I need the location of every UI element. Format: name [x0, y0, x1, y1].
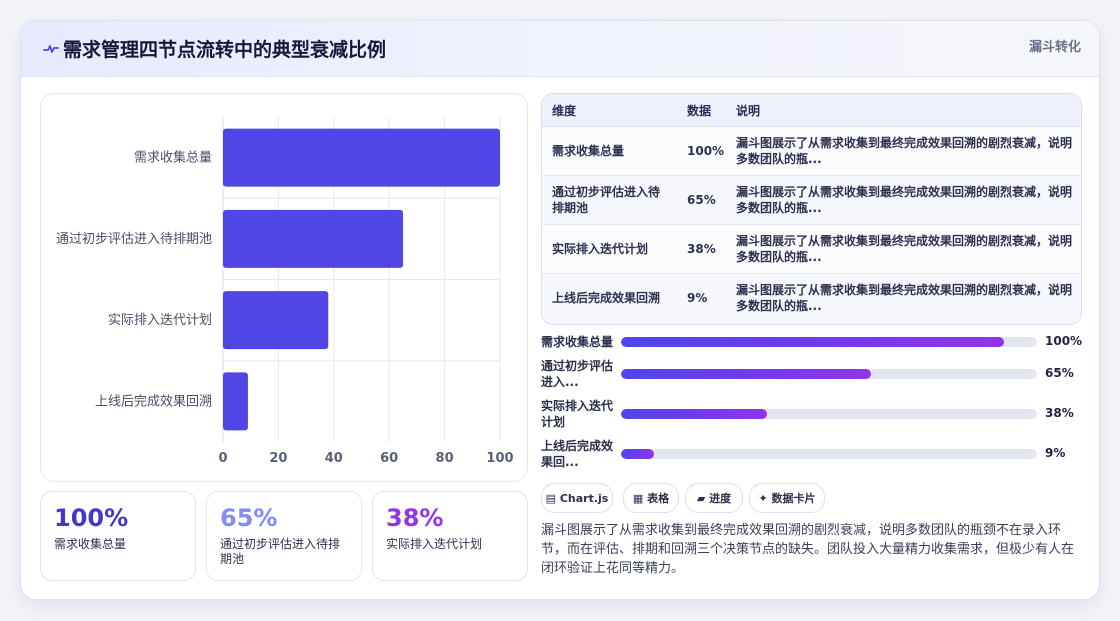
- progress-fill: [621, 449, 655, 459]
- tick-label: 60: [380, 451, 398, 466]
- progress-label: 通过初步评估进入...: [541, 359, 614, 389]
- progress-row: 实际排入迭代计划 38%: [541, 394, 1081, 434]
- table-cell-dimension: 实际排入迭代计划: [542, 224, 677, 274]
- card-header: 需求管理四节点流转中的典型衰减比例 漏斗转化: [21, 21, 1099, 77]
- progress-label: 实际排入迭代计划: [541, 399, 614, 429]
- bar-chart-svg: 需求收集总量通过初步评估进入待排期池实际排入迭代计划上线后完成效果回溯 0 20 40…: [56, 117, 514, 466]
- bar: [223, 291, 329, 350]
- table-cell-description: 漏斗图展示了从需求收集到最终完成效果回溯的剧烈衰减，说明多数团队的瓶...: [726, 273, 1081, 322]
- kpi-label: 通过初步评估进入待排期池: [220, 537, 341, 566]
- summary-text: 漏斗图展示了从需求收集到最终完成效果回溯的剧烈衰减，说明多数团队的瓶颈不在录入环…: [541, 523, 1075, 576]
- chip-label: ▤ Chart.js: [545, 491, 609, 505]
- table-cell-dimension: 上线后完成效果回溯: [542, 273, 677, 322]
- progress-value: 9%: [1045, 446, 1066, 460]
- tick-label: 80: [436, 451, 454, 466]
- bar: [223, 209, 404, 268]
- progress-track: [621, 337, 1037, 347]
- progress-track: [621, 449, 1037, 459]
- table-row: 通过初步评估进入待排期池 65% 漏斗图展示了从需求收集到最终完成效果回溯的剧烈…: [542, 175, 1081, 225]
- category-label: 通过初步评估进入待排期池: [56, 232, 212, 247]
- bar: [223, 372, 248, 431]
- progress-value: 65%: [1045, 366, 1074, 380]
- table-cell-value: 38%: [677, 224, 726, 274]
- table-cell-value: 100%: [677, 126, 726, 176]
- chip-data-card[interactable]: ✦ 数据卡片: [749, 483, 825, 513]
- tick-label: 100: [486, 451, 513, 466]
- progress-value: 100%: [1045, 334, 1083, 348]
- column-header: 维度: [542, 94, 677, 127]
- chip-table[interactable]: ▦ 表格: [623, 483, 679, 513]
- table-header-row: 维度 数据 说明: [542, 94, 1081, 127]
- table-cell-description: 漏斗图展示了从需求收集到最终完成效果回溯的剧烈衰减，说明多数团队的瓶...: [726, 224, 1081, 274]
- progress-fill: [621, 409, 767, 419]
- kpi-label: 需求收集总量: [54, 537, 127, 551]
- bar-chart: 需求收集总量通过初步评估进入待排期池实际排入迭代计划上线后完成效果回溯 0 20 40…: [40, 93, 528, 482]
- column-header: 说明: [726, 94, 1081, 127]
- progress-label: 上线后完成效果回...: [541, 439, 614, 469]
- table-cell-dimension: 需求收集总量: [542, 126, 677, 176]
- progress-track: [621, 409, 1037, 419]
- progress-fill: [621, 337, 1004, 347]
- column-header: 数据: [677, 94, 726, 127]
- table-cell-value: 65%: [677, 175, 726, 225]
- page-title: 需求管理四节点流转中的典型衰减比例: [63, 39, 387, 61]
- progress-value: 38%: [1045, 406, 1074, 420]
- tick-label: 40: [325, 451, 343, 466]
- kpi-value: 65%: [220, 504, 278, 532]
- chip-label: ✦ 数据卡片: [758, 492, 816, 505]
- chip-chartjs[interactable]: ▤ Chart.js: [541, 483, 613, 513]
- table-row: 需求收集总量 100% 漏斗图展示了从需求收集到最终完成效果回溯的剧烈衰减，说明…: [542, 126, 1081, 176]
- table-cell-dimension: 通过初步评估进入待排期池: [542, 175, 677, 225]
- pulse-icon: [43, 45, 59, 53]
- table-row: 实际排入迭代计划 38% 漏斗图展示了从需求收集到最终完成效果回溯的剧烈衰减，说…: [542, 224, 1081, 274]
- table-row: 上线后完成效果回溯 9% 漏斗图展示了从需求收集到最终完成效果回溯的剧烈衰减，说…: [542, 273, 1081, 322]
- chip-label: ▰ 进度: [696, 492, 732, 505]
- table-cell-value: 9%: [677, 273, 726, 322]
- tick-label: 20: [269, 451, 287, 466]
- progress-fill: [621, 369, 871, 379]
- bar: [223, 128, 500, 187]
- progress-row: 通过初步评估进入... 65%: [541, 354, 1081, 394]
- category-label: 需求收集总量: [134, 150, 212, 166]
- tick-label: 0: [218, 451, 227, 466]
- kpi-label: 实际排入迭代计划: [386, 537, 483, 551]
- table-cell-description: 漏斗图展示了从需求收集到最终完成效果回溯的剧烈衰减，说明多数团队的瓶...: [726, 175, 1081, 225]
- chip-progress[interactable]: ▰ 进度: [685, 483, 743, 513]
- header-tag: 漏斗转化: [1028, 40, 1081, 55]
- progress-row: 上线后完成效果回... 9%: [541, 434, 1081, 474]
- chip-label: ▦ 表格: [632, 492, 670, 505]
- progress-track: [621, 369, 1037, 379]
- table-cell-description: 漏斗图展示了从需求收集到最终完成效果回溯的剧烈衰减，说明多数团队的瓶...: [726, 126, 1081, 176]
- data-table: 维度 数据 说明 需求收集总量 100% 漏斗图展示了从需求收集到最终完成效果回…: [541, 93, 1082, 325]
- kpi-value: 38%: [386, 504, 444, 532]
- category-label: 上线后完成效果回溯: [95, 393, 212, 409]
- kpi-card-1: 100% 需求收集总量: [40, 491, 196, 581]
- dashboard-card: 需求管理四节点流转中的典型衰减比例 漏斗转化 需求收集总量 通过初步评估进入待排期…: [20, 20, 1100, 600]
- kpi-card-3: 38% 实际排入迭代计划: [372, 491, 528, 581]
- kpi-card-2: 65% 通过初步评估进入待排期池: [206, 491, 362, 581]
- kpi-value: 100%: [54, 504, 129, 532]
- category-label: 实际排入迭代计划: [108, 313, 212, 328]
